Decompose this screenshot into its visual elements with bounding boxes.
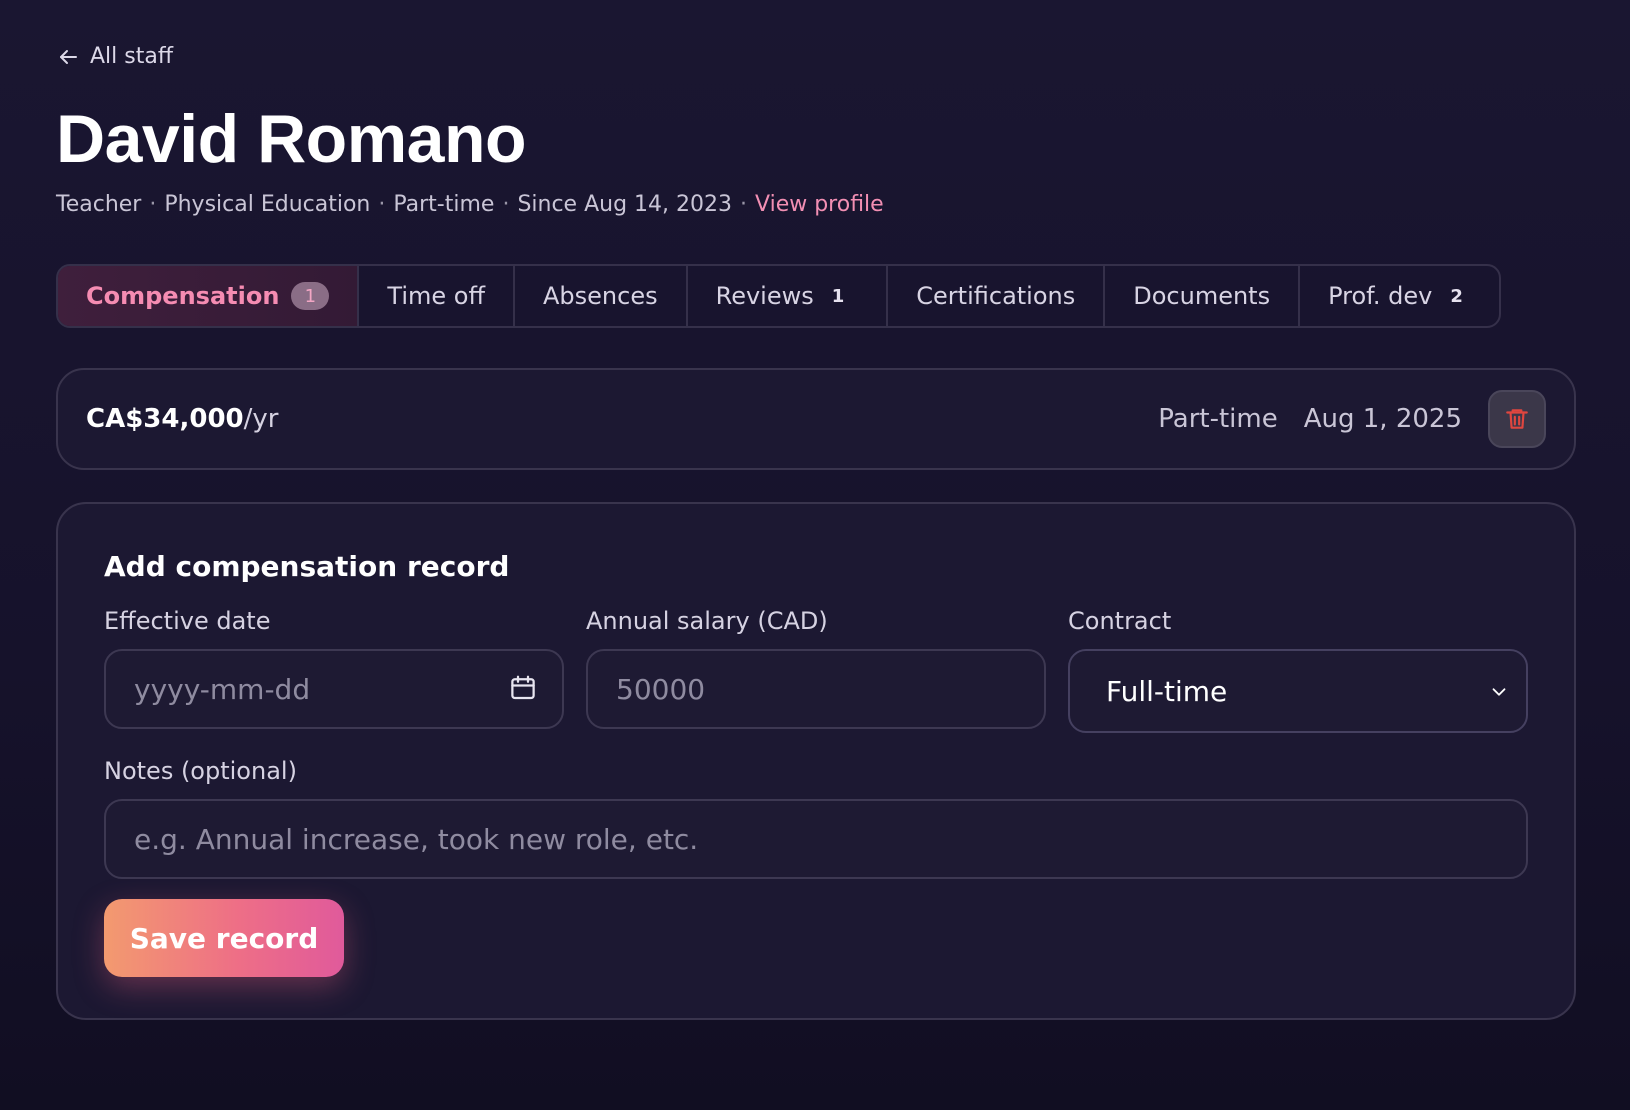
save-record-button[interactable]: Save record xyxy=(104,899,344,977)
record-amount: CA$34,000 xyxy=(86,404,244,434)
tab-certifications[interactable]: Certifications xyxy=(886,266,1103,326)
tab-reviews[interactable]: Reviews 1 xyxy=(685,266,887,326)
staff-department: Physical Education xyxy=(164,192,371,217)
tab-count-badge: 1 xyxy=(291,282,330,310)
tab-count-badge: 1 xyxy=(831,285,845,307)
calendar-icon[interactable] xyxy=(508,673,538,703)
effective-date-input[interactable] xyxy=(104,649,564,729)
notes-label: Notes (optional) xyxy=(104,757,297,785)
meta-separator: · xyxy=(149,192,157,217)
contract-select-wrapper: Full-time xyxy=(1068,649,1528,733)
meta-separator: · xyxy=(378,192,386,217)
tab-documents[interactable]: Documents xyxy=(1103,266,1298,326)
date-input-wrapper xyxy=(104,649,564,729)
staff-since: Since Aug 14, 2023 xyxy=(517,192,733,217)
compensation-record-row: CA$34,000/yr Part-time Aug 1, 2025 xyxy=(56,368,1576,470)
effective-date-field: Effective date xyxy=(104,607,564,733)
contract-field: Contract Full-time xyxy=(1068,607,1528,733)
notes-field: Notes (optional) xyxy=(104,757,1528,879)
meta-separator: · xyxy=(740,192,748,217)
record-details: Part-time Aug 1, 2025 xyxy=(1158,390,1546,448)
add-compensation-form: Add compensation record Effective date A… xyxy=(56,502,1576,1020)
chevron-down-icon xyxy=(1492,688,1506,696)
staff-employment: Part-time xyxy=(393,192,495,217)
record-salary: CA$34,000/yr xyxy=(86,404,278,434)
tab-label: Compensation xyxy=(86,282,280,310)
tab-label: Reviews xyxy=(715,282,814,310)
tab-label: Time off xyxy=(387,282,485,310)
tab-label: Certifications xyxy=(916,282,1076,310)
record-contract: Part-time xyxy=(1158,404,1278,434)
tab-compensation[interactable]: Compensation 1 xyxy=(58,266,358,326)
staff-compensation-page: All staff David Romano Teacher · Physica… xyxy=(0,0,1630,1110)
tab-prof-dev[interactable]: Prof. dev 2 xyxy=(1298,266,1499,326)
tab-label: Documents xyxy=(1133,282,1271,310)
staff-meta: Teacher · Physical Education · Part-time… xyxy=(56,192,884,217)
tab-count-badge: 2 xyxy=(1450,285,1463,307)
contract-select-value: Full-time xyxy=(1106,674,1228,708)
effective-date-label: Effective date xyxy=(104,607,271,635)
annual-salary-label: Annual salary (CAD) xyxy=(586,607,828,635)
meta-separator: · xyxy=(502,192,510,217)
trash-icon xyxy=(1506,409,1528,429)
staff-role: Teacher xyxy=(56,192,142,217)
notes-input[interactable] xyxy=(104,799,1528,879)
annual-salary-input[interactable] xyxy=(586,649,1046,729)
annual-salary-field: Annual salary (CAD) xyxy=(586,607,1046,733)
tab-absences[interactable]: Absences xyxy=(513,266,686,326)
record-date: Aug 1, 2025 xyxy=(1303,404,1462,434)
contract-label: Contract xyxy=(1068,607,1172,635)
view-profile-link[interactable]: View profile xyxy=(755,192,884,217)
back-link[interactable]: All staff xyxy=(56,44,173,69)
page-title: David Romano xyxy=(56,101,527,177)
form-row: Effective date Annual salary (CAD) Contr… xyxy=(104,607,1528,733)
tab-time-off[interactable]: Time off xyxy=(357,266,513,326)
contract-select[interactable]: Full-time xyxy=(1068,649,1528,733)
delete-record-button[interactable] xyxy=(1488,390,1546,448)
tab-label: Absences xyxy=(543,282,658,310)
tab-bar: Compensation 1 Time off Absences Reviews… xyxy=(56,264,1501,328)
form-title: Add compensation record xyxy=(104,550,510,583)
back-link-label: All staff xyxy=(90,44,173,69)
arrow-left-icon xyxy=(60,49,77,64)
record-period: /yr xyxy=(243,404,279,434)
tab-label: Prof. dev xyxy=(1328,282,1433,310)
